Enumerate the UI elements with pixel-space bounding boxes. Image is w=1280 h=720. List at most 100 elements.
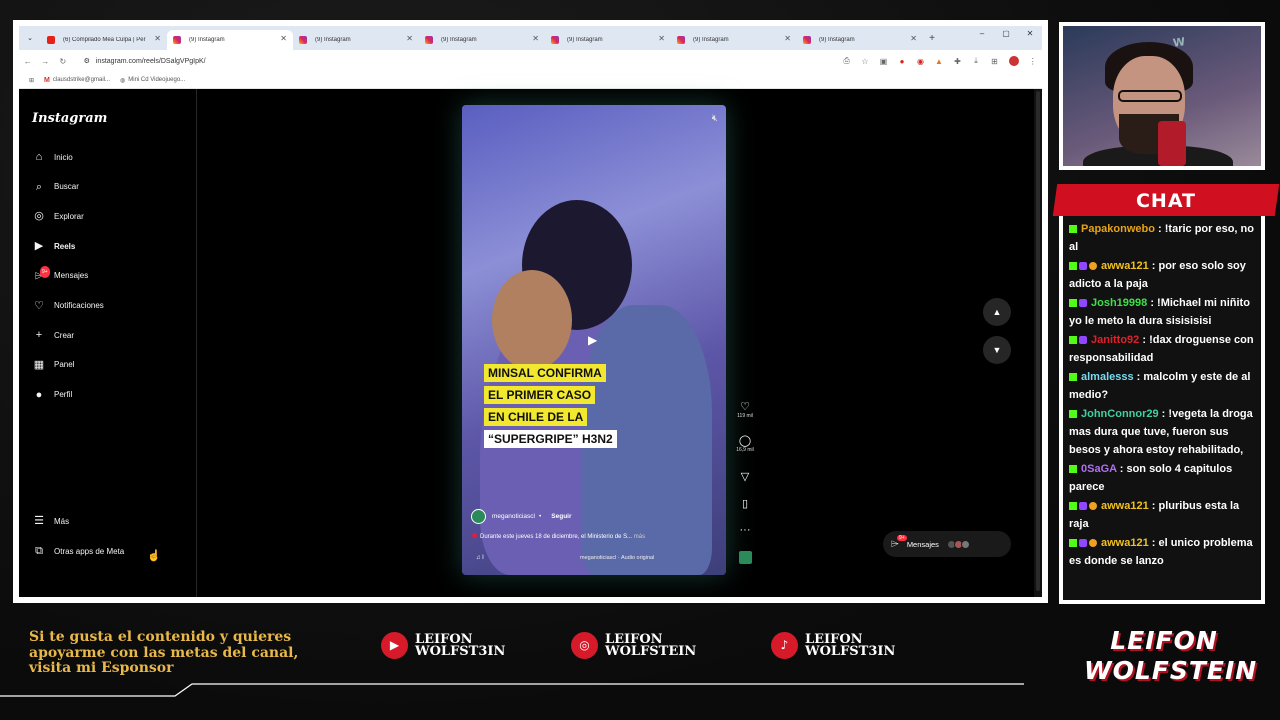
maximize-button[interactable]: ▢: [994, 29, 1018, 38]
page-scrollbar[interactable]: [1034, 89, 1042, 597]
bookmark-manager-icon[interactable]: ⊞: [985, 57, 1004, 66]
reel-video[interactable]: 🔇︎ ▶ MINSAL CONFIRMA EL PRIMER CASO EN C…: [462, 105, 726, 575]
instagram-favicon-icon: [425, 36, 433, 44]
forward-button[interactable]: →: [37, 57, 55, 66]
close-window-button[interactable]: ✕: [1018, 29, 1042, 38]
instagram-logo[interactable]: Instagram: [32, 111, 107, 126]
tab-close-icon[interactable]: ✕: [784, 34, 791, 43]
sidebar-item-more[interactable]: ☰ Más: [33, 515, 69, 527]
send-icon: ▽: [740, 471, 750, 483]
footer-divider: [0, 683, 1024, 697]
tabs-strip: (6) Compilado Mea Culpa | Per ✕ (9) Instag…: [41, 26, 923, 50]
previous-reel-button[interactable]: ▲: [983, 298, 1011, 326]
profile-avatar[interactable]: [1008, 56, 1019, 66]
browser-tab[interactable]: (9) Instagram ✕: [293, 30, 419, 50]
back-button[interactable]: ←: [19, 57, 37, 66]
share-button[interactable]: ▽: [736, 470, 754, 483]
browser-tab[interactable]: (6) Compilado Mea Culpa | Per ✕: [41, 30, 167, 50]
reel-figure: [492, 270, 572, 370]
scrollbar-thumb[interactable]: [1036, 91, 1040, 591]
tab-close-icon[interactable]: ✕: [406, 34, 413, 43]
apps-grid-icon[interactable]: ⊞: [29, 77, 34, 84]
sidebar-item-crear[interactable]: + Crear: [33, 329, 74, 341]
install-icon[interactable]: ⎙: [837, 56, 856, 66]
audio-thumbnail-icon: [738, 551, 752, 564]
browser-tab[interactable]: (9) Instagram ✕: [671, 30, 797, 50]
reel-username[interactable]: meganoticiascl: [492, 513, 535, 520]
messages-float-button[interactable]: ⌲ 9+ Mensajes: [883, 531, 1011, 557]
sidebar-item-reels[interactable]: ▶ Reels: [33, 240, 76, 252]
new-tab-button[interactable]: +: [923, 33, 941, 44]
chat-username: Papakonwebo: [1081, 223, 1155, 235]
reel-headline-line: EL PRIMER CASO: [484, 386, 596, 404]
chat-title: CHAT: [1135, 190, 1197, 212]
extensions-puzzle-icon[interactable]: ✚: [948, 57, 967, 66]
tab-close-icon[interactable]: ✕: [154, 34, 161, 43]
next-reel-button[interactable]: ▼: [983, 336, 1011, 364]
mute-icon[interactable]: 🔇︎: [712, 113, 718, 124]
chat-separator: :: [1147, 297, 1158, 309]
reel-audio-label[interactable]: ♫ I: [476, 555, 484, 561]
url-field[interactable]: ⚙ instagram.com/reels/DSalgVPgIpK/: [78, 53, 838, 69]
tab-search-icon[interactable]: ⌄: [19, 34, 41, 42]
sidebar-item-notificaciones[interactable]: ♡ Notificaciones: [33, 300, 104, 312]
like-button[interactable]: ♡ 119 mil: [736, 400, 754, 419]
subscriber-badge-icon: [1079, 299, 1087, 308]
gmail-icon: M: [44, 76, 50, 84]
more-options-button[interactable]: ···: [736, 524, 754, 536]
browser-tab[interactable]: (9) Instagram ✕: [797, 30, 923, 50]
tab-close-icon[interactable]: ✕: [280, 34, 287, 43]
sidebar-item-label: Notificaciones: [54, 301, 104, 310]
sidebar-item-inicio[interactable]: ⌂ Inicio: [33, 151, 73, 163]
bookmark-minicd[interactable]: ◍ Mini Cd Videojuego...: [120, 77, 185, 84]
meta-apps-icon: ⧉: [35, 545, 43, 557]
minimize-button[interactable]: –: [970, 29, 994, 38]
sponsor-text: Si te gusta el contenido y quieres apoya…: [29, 629, 299, 676]
bookmark-label: clausdstrike@gmail...: [52, 77, 110, 83]
sidebar-item-meta-apps[interactable]: ⧉ Otras apps de Meta: [33, 545, 124, 557]
sidebar-item-panel[interactable]: ▦ Panel: [33, 359, 75, 371]
extension-adblock-icon[interactable]: ●: [893, 57, 912, 66]
chat-separator: :: [1116, 463, 1127, 475]
sidebar-item-explorar[interactable]: ◎ Explorar: [33, 210, 84, 222]
download-icon[interactable]: ⤓: [967, 56, 986, 66]
extension-icon[interactable]: ▣: [874, 57, 893, 66]
bookmark-gmail[interactable]: Mclausdstrike@gmail...: [44, 77, 110, 84]
social-link: ▶ LEIFON WOLFST3IN: [381, 632, 505, 659]
reel-audio-source[interactable]: meganoticiascl · Audio original: [580, 555, 654, 561]
heart-icon: ♡: [34, 299, 44, 312]
follow-button[interactable]: Seguir: [551, 513, 571, 520]
reel-caption: Durante este jueves 18 de diciembre, el …: [472, 533, 645, 540]
tab-close-icon[interactable]: ✕: [532, 34, 539, 43]
sidebar-item-buscar[interactable]: ⌕ Buscar: [33, 181, 79, 193]
caption-more-link[interactable]: más: [634, 534, 645, 540]
hamburger-icon: ☰: [34, 515, 44, 527]
browser-tab[interactable]: (9) Instagram ✕: [167, 30, 293, 50]
chat-username: JohnConnor29: [1081, 408, 1159, 420]
tab-close-icon[interactable]: ✕: [910, 34, 917, 43]
reel-headline-line: MINSAL CONFIRMA: [484, 364, 606, 382]
sidebar-item-perfil[interactable]: ● Perfil: [33, 389, 73, 401]
webcam-overlay: W: [1059, 22, 1265, 170]
play-icon[interactable]: ▶: [588, 333, 597, 347]
comment-button[interactable]: ◯ 16,9 mil: [736, 434, 754, 453]
tab-bar: ⌄ (6) Compilado Mea Culpa | Per ✕ (9) Inst…: [19, 26, 1042, 50]
extension-opera-icon[interactable]: ◉: [911, 57, 930, 66]
menu-kebab-icon[interactable]: ⋮: [1024, 57, 1043, 66]
reload-button[interactable]: ↻: [54, 57, 72, 66]
site-info-icon[interactable]: ⚙: [84, 57, 90, 65]
sidebar-item-mensajes[interactable]: ⌲ 9+ Mensajes: [33, 265, 88, 282]
kick-badge-icon: [1069, 502, 1077, 511]
browser-tab[interactable]: (9) Instagram ✕: [545, 30, 671, 50]
avatar[interactable]: [471, 509, 486, 524]
ellipsis-icon: ···: [739, 524, 751, 536]
social-handle: LEIFON WOLFSTEIN: [605, 633, 696, 658]
tab-close-icon[interactable]: ✕: [658, 34, 665, 43]
audio-thumb-button[interactable]: [736, 551, 754, 569]
chat-message: 0SaGA : son solo 4 capitulos parece: [1069, 460, 1261, 496]
chat-message: awwa121 : el unico problema es donde se …: [1069, 534, 1261, 570]
extension-metamask-icon[interactable]: ▲: [930, 57, 949, 66]
bookmark-star-icon[interactable]: ☆: [856, 57, 875, 66]
save-button[interactable]: ▯: [736, 497, 754, 510]
browser-tab[interactable]: (9) Instagram ✕: [419, 30, 545, 50]
